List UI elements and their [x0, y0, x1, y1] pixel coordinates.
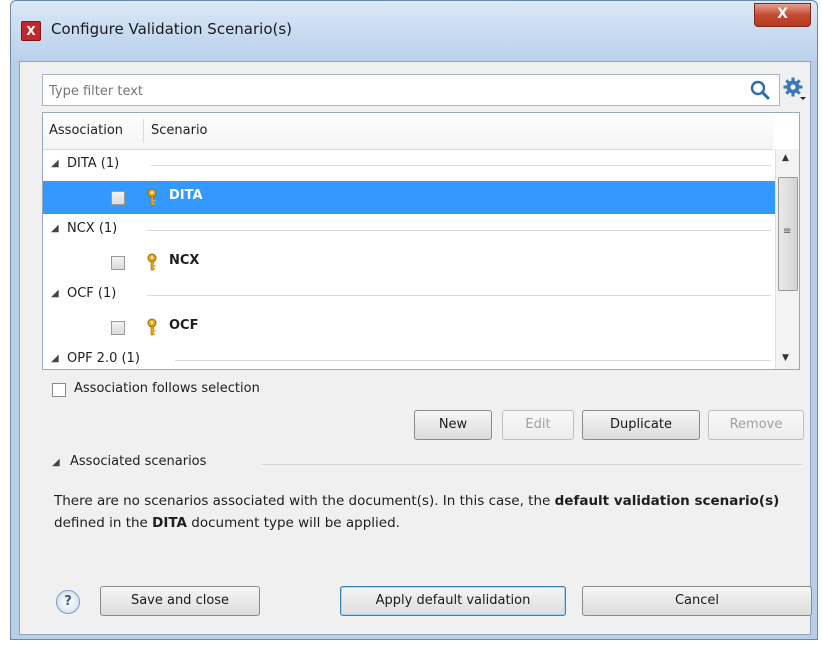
associated-scenarios-title: Associated scenarios: [70, 454, 207, 469]
scenario-table: Association Scenario ◢ DITA (1) DITA ◢ N…: [42, 112, 800, 370]
scenario-label: NCX: [169, 253, 200, 268]
remove-button[interactable]: Remove: [708, 410, 804, 440]
filter-field[interactable]: [42, 74, 780, 106]
dialog-window: X Configure Validation Scenario(s) X Typ…: [10, 0, 818, 640]
scenario-label: OCF: [169, 318, 199, 333]
table-row-ocf[interactable]: OCF: [43, 311, 775, 344]
collapse-triangle-icon[interactable]: ◢: [51, 353, 59, 364]
search-icon[interactable]: [749, 79, 771, 101]
scenario-label: DITA: [169, 188, 203, 203]
vertical-scrollbar[interactable]: ▲ ≡ ▼: [775, 149, 799, 369]
apply-default-validation-button[interactable]: Apply default validation: [340, 586, 566, 616]
scroll-down-arrow-icon[interactable]: ▼: [782, 353, 789, 363]
table-header: Association Scenario: [43, 113, 773, 150]
message-text: document type will be applied.: [187, 515, 400, 531]
group-row-dita[interactable]: ◢ DITA (1): [43, 149, 775, 181]
key-icon: [147, 253, 157, 271]
save-and-close-button[interactable]: Save and close: [100, 586, 260, 616]
collapse-triangle-icon[interactable]: ◢: [51, 158, 59, 169]
table-row-ncx[interactable]: NCX: [43, 246, 775, 279]
associated-scenarios-message: There are no scenarios associated with t…: [54, 490, 798, 534]
dialog-content: Association Scenario ◢ DITA (1): [19, 61, 812, 635]
association-follows-selection-label[interactable]: Association follows selection: [74, 381, 260, 396]
gear-icon[interactable]: [782, 76, 808, 102]
scroll-up-arrow-icon[interactable]: ▲: [782, 153, 789, 163]
association-checkbox[interactable]: [111, 191, 125, 205]
cancel-button[interactable]: Cancel: [582, 586, 812, 616]
column-header-scenario[interactable]: Scenario: [151, 113, 208, 149]
group-row-opf[interactable]: ◢ OPF 2.0 (1): [43, 344, 775, 369]
group-row-ocf[interactable]: ◢ OCF (1): [43, 279, 775, 311]
table-rows: ◢ DITA (1) DITA ◢ NCX (1) NCX ◢ OCF (1) …: [43, 149, 775, 369]
group-label: DITA (1): [67, 156, 120, 171]
association-follows-selection-checkbox[interactable]: [52, 383, 66, 397]
message-text: There are no scenarios associated with t…: [54, 493, 555, 509]
edit-button[interactable]: Edit: [502, 410, 574, 440]
collapse-triangle-icon[interactable]: ◢: [51, 288, 59, 299]
associated-scenarios-section[interactable]: ◢ Associated scenarios: [52, 454, 802, 474]
message-text: defined in the: [54, 515, 153, 531]
key-icon: [147, 188, 157, 206]
app-icon: X: [21, 21, 41, 41]
scroll-thumb[interactable]: ≡: [778, 177, 798, 291]
table-row-dita[interactable]: DITA: [43, 181, 775, 214]
duplicate-button[interactable]: Duplicate: [582, 410, 700, 440]
group-label: OCF (1): [67, 286, 117, 301]
title-bar[interactable]: X Configure Validation Scenario(s) X: [11, 1, 817, 61]
group-label: NCX (1): [67, 221, 118, 236]
message-bold-text: default validation scenario(s): [554, 493, 780, 509]
new-button[interactable]: New: [414, 410, 492, 440]
collapse-triangle-icon[interactable]: ◢: [51, 223, 59, 234]
column-header-association[interactable]: Association: [49, 113, 123, 149]
help-icon[interactable]: ?: [56, 590, 80, 614]
grip-icon: ≡: [783, 226, 792, 237]
filter-input[interactable]: [47, 80, 731, 102]
message-bold-text: DITA: [152, 515, 187, 531]
dialog-title: Configure Validation Scenario(s): [51, 20, 293, 38]
group-row-ncx[interactable]: ◢ NCX (1): [43, 214, 775, 246]
close-button[interactable]: X: [754, 3, 811, 27]
association-checkbox[interactable]: [111, 321, 125, 335]
collapse-triangle-icon[interactable]: ◢: [52, 457, 60, 468]
group-label: OPF 2.0 (1): [67, 351, 140, 366]
key-icon: [147, 318, 157, 336]
association-checkbox[interactable]: [111, 256, 125, 270]
